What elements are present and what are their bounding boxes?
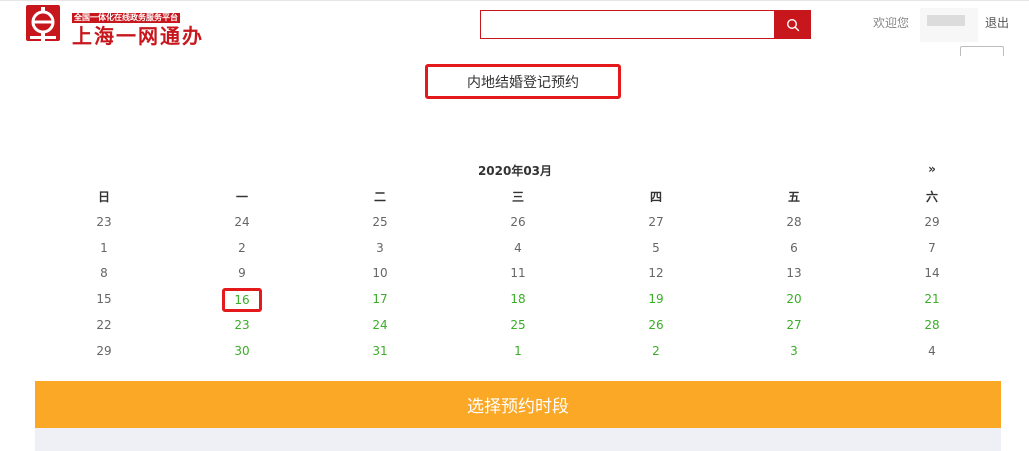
calendar-day: 3 xyxy=(376,240,384,255)
calendar-week-row: 23 24 25 26 27 28 29 xyxy=(35,209,1001,235)
calendar-day: 11 xyxy=(510,266,526,281)
calendar-day: 14 xyxy=(924,266,940,281)
calendar-day-available[interactable]: 18 xyxy=(449,286,587,312)
calendar-week-row: 8 9 10 11 12 13 14 xyxy=(35,261,1001,287)
calendar-day: 29 xyxy=(96,343,112,358)
calendar-day-available[interactable]: 20 xyxy=(725,286,863,312)
calendar-day-available[interactable]: 26 xyxy=(587,312,725,338)
logo-tagline: 全国一体化在线政务服务平台 xyxy=(72,13,180,23)
calendar-day: 6 xyxy=(790,240,798,255)
page-title: 内地结婚登记预约 xyxy=(425,64,621,99)
calendar-day-available[interactable]: 24 xyxy=(311,312,449,338)
calendar-week-row: 15 16 17 18 19 20 21 xyxy=(35,286,1001,312)
calendar-day-available[interactable]: 27 xyxy=(725,312,863,338)
calendar-day: 5 xyxy=(652,240,660,255)
site-logo[interactable]: 全国一体化在线政务服务平台 上海一网通办 xyxy=(26,5,204,47)
calendar-day: 4 xyxy=(514,240,522,255)
calendar-day: 9 xyxy=(238,266,246,281)
calendar-day-available[interactable]: 1 xyxy=(449,338,587,364)
calendar-month-label: 2020年03月 xyxy=(477,164,553,178)
calendar-day-available[interactable]: 21 xyxy=(863,286,1001,312)
timeslot-panel xyxy=(35,428,1001,451)
calendar-day: 27 xyxy=(648,214,664,229)
weekday-fri: 五 xyxy=(787,189,800,204)
choose-timeslot-button[interactable]: 选择预约时段 xyxy=(35,381,1001,428)
calendar-day-available[interactable]: 23 xyxy=(173,312,311,338)
calendar-week-row: 1 2 3 4 5 6 7 xyxy=(35,235,1001,261)
username-redacted xyxy=(920,8,978,42)
weekday-header-row: 日 一 二 三 四 五 六 xyxy=(35,183,1001,209)
weekday-mon: 一 xyxy=(235,189,248,204)
search-input[interactable] xyxy=(481,11,782,38)
search-button[interactable] xyxy=(774,10,811,39)
search-box xyxy=(480,10,811,39)
calendar-day-available[interactable]: 31 xyxy=(311,338,449,364)
calendar-day: 13 xyxy=(786,266,802,281)
calendar-day: 2 xyxy=(238,240,246,255)
calendar-day: 23 xyxy=(96,214,112,229)
welcome-text: 欢迎您 xyxy=(873,16,910,30)
calendar-day-selected[interactable]: 16 xyxy=(173,286,311,312)
logo-name: 上海一网通办 xyxy=(72,24,204,48)
calendar-day: 1 xyxy=(100,240,108,255)
calendar-day-available[interactable]: 30 xyxy=(173,338,311,364)
calendar-week-row: 29 30 31 1 2 3 4 xyxy=(35,338,1001,364)
calendar-day: 26 xyxy=(510,214,526,229)
calendar-day: 15 xyxy=(96,292,112,307)
calendar-day: 10 xyxy=(372,266,388,281)
weekday-tue: 二 xyxy=(373,189,386,204)
selected-day-label: 16 xyxy=(222,287,262,312)
logo-emblem-icon xyxy=(26,5,60,41)
calendar-day: 28 xyxy=(786,214,802,229)
weekday-wed: 三 xyxy=(511,189,524,204)
calendar-day-available[interactable]: 2 xyxy=(587,338,725,364)
calendar-day: 25 xyxy=(372,214,388,229)
top-border xyxy=(0,0,1029,1)
calendar-week-row: 22 23 24 25 26 27 28 xyxy=(35,312,1001,338)
calendar-day-available[interactable]: 3 xyxy=(725,338,863,364)
logout-link[interactable]: 退出 xyxy=(985,14,1009,31)
calendar-day-available[interactable]: 19 xyxy=(587,286,725,312)
weekday-sat: 六 xyxy=(925,189,938,204)
weekday-thu: 四 xyxy=(649,189,662,204)
calendar-day-available[interactable]: 17 xyxy=(311,286,449,312)
calendar-grid: 日 一 二 三 四 五 六 23 24 25 26 27 28 29 1 2 3… xyxy=(35,183,1001,364)
weekday-sun: 日 xyxy=(97,189,110,204)
calendar-day: 22 xyxy=(96,318,112,333)
calendar-day: 24 xyxy=(234,214,250,229)
calendar-day-available[interactable]: 25 xyxy=(449,312,587,338)
calendar-day: 8 xyxy=(100,266,108,281)
calendar-day: 29 xyxy=(924,214,940,229)
calendar-day: 7 xyxy=(928,240,936,255)
calendar-day: 4 xyxy=(928,343,936,358)
calendar-day-available[interactable]: 28 xyxy=(863,312,1001,338)
search-icon xyxy=(786,18,799,31)
next-month-button[interactable]: » xyxy=(925,162,939,176)
calendar-day: 12 xyxy=(648,266,664,281)
dropdown-tab-fragment xyxy=(960,46,1004,56)
